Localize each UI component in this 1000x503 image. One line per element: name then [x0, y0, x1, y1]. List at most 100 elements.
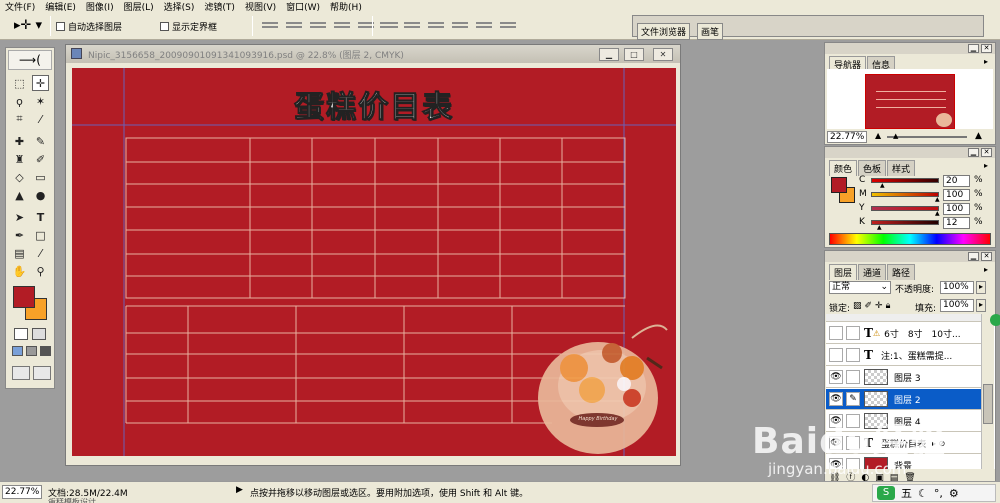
distribute-hcenter-icon[interactable]	[476, 19, 492, 31]
move-tool-preset-icon[interactable]: ▸✛ ▾	[14, 18, 42, 33]
opacity-field[interactable]: 100%	[940, 281, 974, 294]
auto-select-checkbox[interactable]	[56, 22, 65, 31]
distribute-right-icon[interactable]	[500, 19, 516, 31]
color-minimize-button[interactable]: ▁	[968, 148, 979, 157]
channel-y-slider[interactable]	[871, 206, 939, 211]
layers-minimize-button[interactable]: ▁	[968, 252, 979, 261]
standard-mode-icon[interactable]	[14, 328, 28, 340]
layer-row-selected[interactable]: 👁︎ ✎ 图层 2	[826, 389, 994, 410]
align-top-icon[interactable]	[262, 19, 278, 31]
color-ramp[interactable]	[829, 233, 991, 245]
layer-list-scrollbar[interactable]	[981, 314, 994, 469]
zoom-slider[interactable]	[887, 136, 967, 138]
navigator-minimize-button[interactable]: ▁	[968, 44, 979, 53]
foreground-color-swatch[interactable]	[13, 286, 35, 308]
rectangle-tool-icon[interactable]: □	[32, 227, 49, 243]
eyedropper-tool-icon[interactable]: ⁄	[32, 245, 49, 261]
scrollbar-thumb[interactable]	[983, 384, 993, 424]
menu-file[interactable]: 文件(F)	[0, 0, 40, 13]
tab-layers[interactable]: 图层	[829, 264, 858, 280]
tab-file-browser[interactable]: 文件浏览器	[637, 23, 691, 40]
navigator-preview[interactable]	[827, 69, 993, 129]
align-left-icon[interactable]	[334, 19, 350, 31]
type-tool-icon[interactable]: T	[32, 209, 49, 225]
lasso-tool-icon[interactable]: ϙ	[11, 93, 28, 109]
show-bounds-checkbox[interactable]	[160, 22, 169, 31]
layer-row[interactable]: T ⚠ 6寸 8寸 10寸...	[826, 323, 994, 344]
ime-mode[interactable]: 五	[901, 485, 912, 501]
healing-brush-tool-icon[interactable]: ✚	[11, 133, 28, 149]
zoom-tool-icon[interactable]: ⚲	[32, 263, 49, 279]
tab-paths[interactable]: 路径	[887, 264, 916, 280]
zoom-in-icon[interactable]: ▲	[975, 131, 982, 141]
layer-visibility-empty[interactable]	[829, 326, 843, 340]
layer-link-box[interactable]	[846, 370, 860, 384]
brush-tool-icon[interactable]: ✎	[32, 133, 49, 149]
screen-mode-standard-icon[interactable]	[12, 346, 23, 356]
distribute-vcenter-icon[interactable]	[404, 19, 420, 31]
tab-color[interactable]: 颜色	[829, 160, 858, 176]
edit-in-imageready-icon[interactable]	[33, 366, 51, 380]
brush-icon[interactable]: ✎	[846, 392, 860, 406]
layer-row[interactable]: 👁︎ 图层 3	[826, 367, 994, 388]
ime-moon-icon[interactable]: ☾	[918, 487, 928, 500]
blend-mode-select[interactable]: 正常 ⌄	[829, 281, 891, 294]
fill-field[interactable]: 100%	[940, 299, 974, 312]
notes-tool-icon[interactable]: ▤	[11, 245, 28, 261]
marquee-tool-icon[interactable]: ⬚	[11, 75, 28, 91]
color-close-button[interactable]: ✕	[981, 148, 992, 157]
menu-select[interactable]: 选择(S)	[159, 0, 200, 13]
channel-m-value[interactable]: 100	[943, 189, 970, 201]
maximize-button[interactable]: □	[624, 48, 644, 61]
ime-logo-icon[interactable]: S	[877, 486, 895, 500]
menu-filter[interactable]: 滤镜(T)	[199, 0, 240, 13]
pen-tool-icon[interactable]: ✒	[11, 227, 28, 243]
close-button[interactable]: ✕	[653, 48, 673, 61]
fill-arrow-icon[interactable]: ▸	[976, 299, 986, 312]
layer-link-box[interactable]	[846, 326, 860, 340]
menu-edit[interactable]: 编辑(E)	[40, 0, 81, 13]
align-vcenter-icon[interactable]	[286, 19, 302, 31]
layer-visibility-empty[interactable]	[829, 348, 843, 362]
dodge-tool-icon[interactable]: ●	[32, 187, 49, 203]
menu-window[interactable]: 窗口(W)	[281, 0, 325, 13]
opacity-arrow-icon[interactable]: ▸	[976, 281, 986, 294]
move-tool-icon[interactable]: ✛	[32, 75, 49, 91]
screen-mode-full-menu-icon[interactable]	[26, 346, 37, 356]
hand-tool-icon[interactable]: ✋	[11, 263, 28, 279]
menu-help[interactable]: 帮助(H)	[325, 0, 367, 13]
status-arrow-icon[interactable]: ▶	[236, 485, 243, 495]
menu-image[interactable]: 图像(I)	[81, 0, 119, 13]
minimize-button[interactable]: ▁	[599, 48, 619, 61]
ime-punct-icon[interactable]: °,	[934, 487, 943, 500]
show-bounds-option[interactable]: 显示定界框	[160, 20, 217, 33]
floating-badge-icon[interactable]	[990, 314, 1000, 326]
tab-swatches[interactable]: 色板	[858, 160, 887, 176]
feather-logo-icon[interactable]: ⟶(	[8, 50, 52, 70]
clone-stamp-tool-icon[interactable]: ♜	[11, 151, 28, 167]
navigator-close-button[interactable]: ✕	[981, 44, 992, 53]
zoom-out-icon[interactable]: ▲	[875, 131, 881, 140]
lock-icons[interactable]: ▨✐✛🔒︎	[853, 301, 893, 311]
tab-channels[interactable]: 通道	[858, 264, 887, 280]
channel-k-value[interactable]: 12	[943, 217, 970, 229]
channel-c-thumb[interactable]: ▲	[880, 182, 885, 189]
align-bottom-icon[interactable]	[310, 19, 326, 31]
layers-close-button[interactable]: ✕	[981, 252, 992, 261]
tab-styles[interactable]: 样式	[887, 160, 916, 176]
status-zoom-field[interactable]: 22.77%	[2, 485, 42, 499]
channel-k-thumb[interactable]: ▲	[877, 224, 882, 231]
quick-mask-mode-icon[interactable]	[32, 328, 46, 340]
layers-menu-arrow-icon[interactable]: ▸	[984, 265, 988, 274]
path-selection-tool-icon[interactable]: ➤	[11, 209, 28, 225]
history-brush-tool-icon[interactable]: ✐	[32, 151, 49, 167]
channel-c-value[interactable]: 20	[943, 175, 970, 187]
layer-link-box[interactable]	[846, 348, 860, 362]
jump-to-imageready-icon[interactable]	[12, 366, 30, 380]
screen-mode-full-icon[interactable]	[40, 346, 51, 356]
navigator-zoom-field[interactable]: 22.77%	[827, 131, 867, 143]
document-canvas[interactable]: 蛋糕价目表 Happy Birthday	[72, 68, 676, 456]
eye-icon[interactable]: 👁︎	[829, 370, 843, 384]
color-menu-arrow-icon[interactable]: ▸	[984, 161, 988, 170]
navigator-menu-arrow-icon[interactable]: ▸	[984, 57, 988, 66]
